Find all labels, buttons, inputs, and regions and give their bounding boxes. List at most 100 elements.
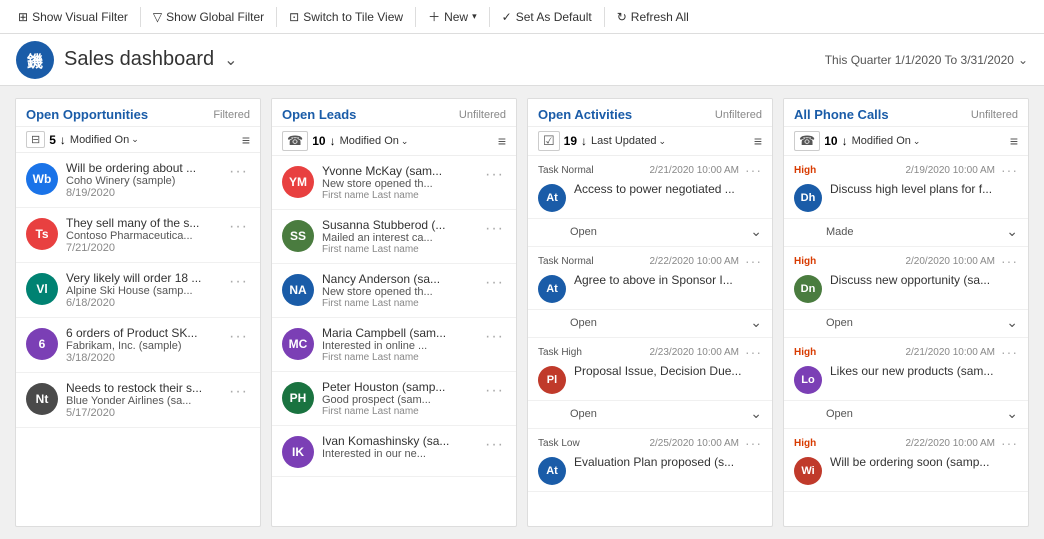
avatar: Dn [794,275,822,303]
activity-item[interactable]: Task High 2/23/2020 10:00 AM Pl Proposal… [528,338,772,401]
list-item[interactable]: 6 6 orders of Product SK... Fabrikam, In… [16,318,260,373]
sort-field-calls[interactable]: Modified On ⌄ [852,135,921,147]
list-item[interactable]: MC Maria Campbell (sam... Interested in … [272,318,516,372]
switch-tile-view-button[interactable]: ⊡ Switch to Tile View [279,6,413,28]
avatar: Nt [26,383,58,415]
call-item[interactable]: High 2/21/2020 10:00 AM Lo Likes our new… [784,338,1028,401]
calls-sort-toggle[interactable]: ☎ [794,131,820,151]
status-chevron-icon[interactable]: ⌄ [1006,223,1018,240]
list-item[interactable]: YM Yvonne McKay (sam... New store opened… [272,156,516,210]
leads-sort-toggle[interactable]: ☎ [282,131,308,151]
status-chevron-icon[interactable]: ⌄ [750,405,762,422]
sort-arrow-icon: ↓ [581,134,587,148]
status-chevron-icon[interactable]: ⌄ [750,314,762,331]
dashboard-chevron-icon[interactable]: ⌄ [224,50,237,70]
call-item[interactable]: High 2/22/2020 10:00 AM Wi Will be order… [784,429,1028,492]
avatar: At [538,457,566,485]
item-more-button[interactable] [227,163,250,181]
call-item[interactable]: High 2/19/2020 10:00 AM Dh Discuss high … [784,156,1028,219]
call-footer: Open ⌄ [784,401,1028,429]
col-filter-leads: Unfiltered [459,109,506,121]
filter-icon: ⊞ [18,10,28,24]
sort-field-leads[interactable]: Modified On ⌄ [340,135,409,147]
call-priority: High [794,347,816,358]
activity-more-button[interactable] [745,435,762,451]
activity-title: Agree to above in Sponsor I... [574,273,762,287]
activity-item[interactable]: Task Normal 2/21/2020 10:00 AM At Access… [528,156,772,219]
item-date: 7/21/2020 [66,242,219,254]
tile-view-label: Switch to Tile View [303,10,403,24]
item-content: Needs to restock their s... Blue Yonder … [66,381,219,419]
list-item[interactable]: NA Nancy Anderson (sa... New store opene… [272,264,516,318]
call-title: Will be ordering soon (samp... [830,455,1018,469]
sort-field-opportunities[interactable]: Modified On ⌄ [70,134,139,146]
item-more-button[interactable] [483,166,506,184]
activity-more-button[interactable] [745,253,762,269]
item-more-button[interactable] [227,383,250,401]
item-more-button[interactable] [227,328,250,346]
item-title: Yvonne McKay (sam... [322,164,475,178]
column-filter-icon[interactable]: ≡ [1010,133,1018,149]
column-filter-icon[interactable]: ≡ [498,133,506,149]
item-more-button[interactable] [483,328,506,346]
show-global-filter-button[interactable]: ▽ Show Global Filter [143,6,274,28]
call-more-button[interactable] [1001,253,1018,269]
column-filter-icon[interactable]: ≡ [754,133,762,149]
item-meta: First name Last name [322,244,475,255]
item-more-button[interactable] [227,218,250,236]
call-more-button[interactable] [1001,344,1018,360]
open-leads-column: Open Leads Unfiltered ☎ 10 ↓ Modified On… [271,98,517,527]
avatar: 6 [26,328,58,360]
period-chevron-icon[interactable]: ⌄ [1018,53,1028,67]
list-item[interactable]: Nt Needs to restock their s... Blue Yond… [16,373,260,428]
show-visual-filter-button[interactable]: ⊞ Show Visual Filter [8,6,138,28]
item-more-button[interactable] [227,273,250,291]
column-filter-icon[interactable]: ≡ [242,132,250,148]
refresh-all-button[interactable]: ↻ Refresh All [607,6,699,28]
avatar: NA [282,274,314,306]
call-more-button[interactable] [1001,162,1018,178]
item-more-button[interactable] [483,220,506,238]
avatar: Dh [794,184,822,212]
list-item[interactable]: PH Peter Houston (samp... Good prospect … [272,372,516,426]
status-label: Open [570,317,597,329]
list-item[interactable]: IK Ivan Komashinsky (sa... Interested in… [272,426,516,477]
col-title-leads: Open Leads [282,107,356,122]
sort-chevron-icon: ⌄ [131,134,139,145]
call-item[interactable]: High 2/20/2020 10:00 AM Dn Discuss new o… [784,247,1028,310]
status-chevron-icon[interactable]: ⌄ [1006,314,1018,331]
item-more-button[interactable] [483,436,506,454]
status-label: Open [570,408,597,420]
activity-more-button[interactable] [745,162,762,178]
activity-type: Task Normal [538,256,594,267]
activity-item[interactable]: Task Low 2/25/2020 10:00 AM At Evaluatio… [528,429,772,492]
item-date: 5/17/2020 [66,407,219,419]
activity-more-button[interactable] [745,344,762,360]
item-meta: First name Last name [322,406,475,417]
call-priority: High [794,256,816,267]
set-default-button[interactable]: ✓ Set As Default [492,6,602,28]
new-button[interactable]: ＋ New ▾ [418,4,487,29]
activities-sort-toggle[interactable]: ☑ [538,131,560,151]
activity-item[interactable]: Task Normal 2/22/2020 10:00 AM At Agree … [528,247,772,310]
sort-toggle-icon[interactable]: ⊟ [26,131,45,148]
status-chevron-icon[interactable]: ⌄ [750,223,762,240]
item-sub: Mailed an interest ca... [322,232,475,244]
call-more-button[interactable] [1001,435,1018,451]
item-more-button[interactable] [483,382,506,400]
status-chevron-icon[interactable]: ⌄ [1006,405,1018,422]
list-item[interactable]: Ts They sell many of the s... Contoso Ph… [16,208,260,263]
call-footer: Made ⌄ [784,219,1028,247]
list-item[interactable]: SS Susanna Stubberod (... Mailed an inte… [272,210,516,264]
sort-field-activities[interactable]: Last Updated ⌄ [591,135,666,147]
header-bar: 鐖 Sales dashboard ⌄ This Quarter 1/1/202… [0,34,1044,86]
activity-type: Task High [538,347,582,358]
list-item[interactable]: Wb Will be ordering about ... Coho Winer… [16,153,260,208]
list-item[interactable]: Vl Very likely will order 18 ... Alpine … [16,263,260,318]
sort-bar-opportunities: ⊟ 5 ↓ Modified On ⌄ ≡ [16,127,260,153]
new-chevron-icon: ▾ [472,11,477,22]
call-header: High 2/21/2020 10:00 AM [794,344,1018,360]
item-more-button[interactable] [483,274,506,292]
refresh-label: Refresh All [631,10,689,24]
avatar: Wb [26,163,58,195]
